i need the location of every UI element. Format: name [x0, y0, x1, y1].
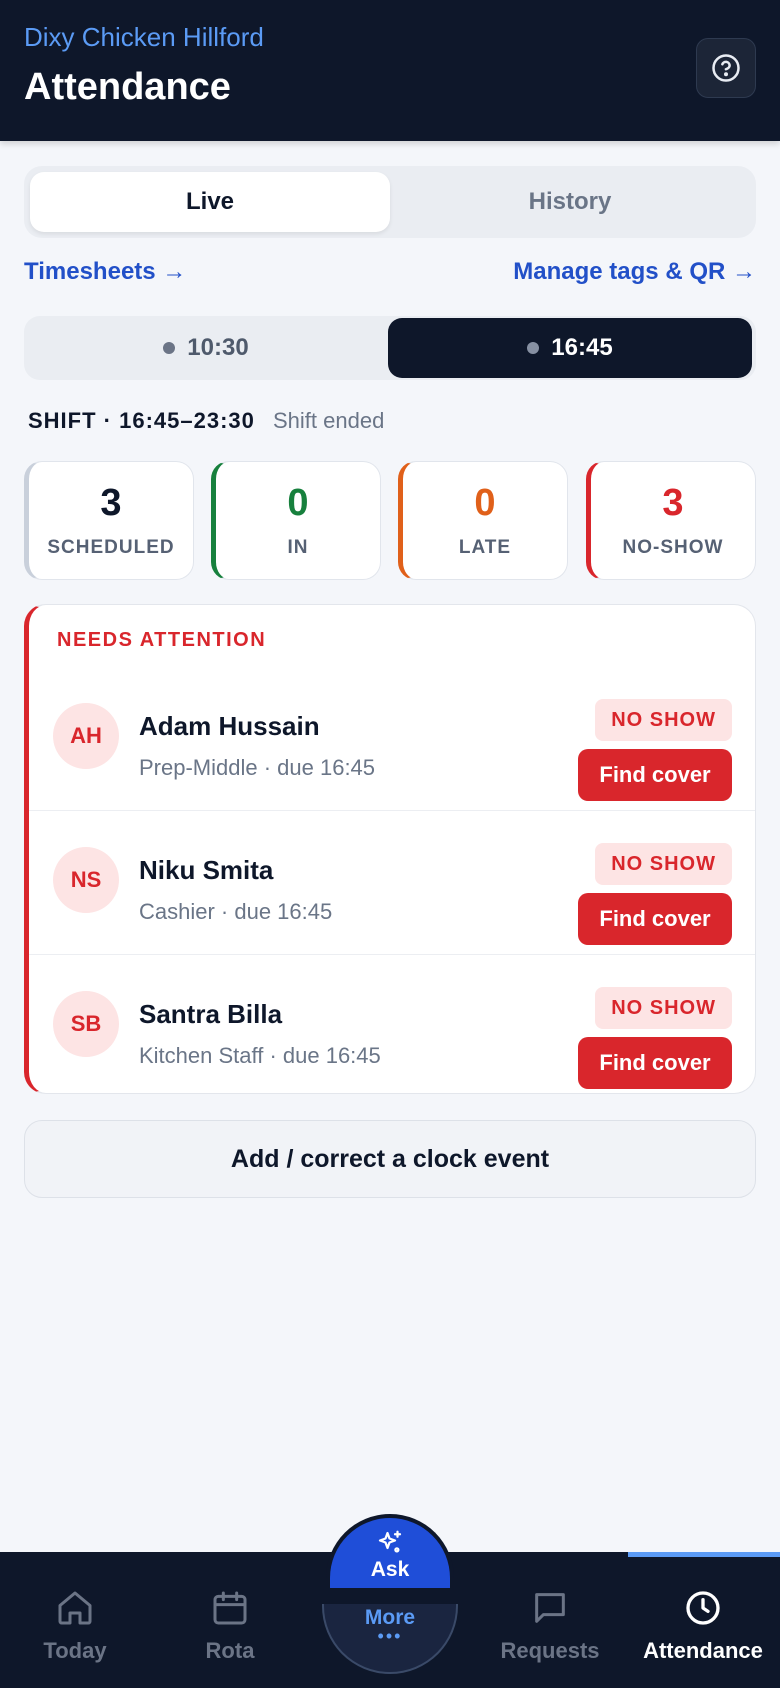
calendar-icon	[213, 1591, 247, 1625]
shift-option-label: 16:45	[551, 334, 613, 361]
shift-option-label: 10:30	[187, 334, 249, 361]
employee-role: Prep-Middle · due 16:45	[139, 755, 376, 780]
stat-label: SCHEDULED	[47, 537, 175, 558]
find-cover-button[interactable]: Find cover	[578, 749, 732, 801]
shift-status: Shift ended	[273, 408, 385, 433]
stat-late[interactable]: 0 LATE	[398, 461, 568, 580]
nav-label: Rota	[205, 1638, 255, 1663]
nav-label: Requests	[500, 1638, 600, 1663]
stat-label: NO-SHOW	[622, 537, 724, 558]
stats-row: 3 SCHEDULED 0 IN 0 LATE 3 NO-SHOW	[24, 461, 756, 580]
stat-label: IN	[287, 537, 309, 558]
find-cover-button[interactable]: Find cover	[578, 1037, 732, 1089]
avatar: SB	[53, 991, 119, 1057]
shift-option-1645[interactable]: 16:45	[388, 318, 752, 378]
nav-item-attendance[interactable]: Attendance	[628, 1588, 778, 1664]
stat-value: 0	[287, 482, 309, 524]
nav-label: Attendance	[643, 1638, 763, 1663]
status-badge: NO SHOW	[595, 699, 732, 741]
employee-role: Kitchen Staff · due 16:45	[139, 1043, 381, 1068]
employee-name: Santra Billa	[139, 999, 283, 1029]
view-tabs: Live History	[24, 166, 756, 238]
employee-role: Cashier · due 16:45	[139, 899, 333, 924]
status-badge: NO SHOW	[595, 843, 732, 885]
stat-label: LATE	[458, 537, 512, 558]
avatar: NS	[53, 847, 119, 913]
status-badge: NO SHOW	[595, 987, 732, 1029]
stat-value: 3	[662, 482, 684, 524]
app-header: Dixy Chicken Hillford Attendance	[0, 0, 780, 141]
clock-icon	[686, 1591, 720, 1625]
stat-no-show[interactable]: 3 NO-SHOW	[586, 461, 756, 580]
help-button[interactable]	[696, 38, 756, 98]
nav-item-today[interactable]: Today	[0, 1588, 150, 1664]
needs-attention-card: NEEDS ATTENTION AH Adam Hussain Prep-Mid…	[24, 604, 756, 1094]
shift-dot-icon	[527, 342, 540, 354]
tab-live[interactable]: Live	[30, 172, 390, 232]
nav-item-rota[interactable]: Rota	[155, 1588, 305, 1664]
shift-selector: 10:30 16:45	[24, 316, 756, 380]
employee-name: Adam Hussain	[139, 711, 320, 741]
question-circle-icon	[712, 54, 740, 82]
needs-attention-title: NEEDS ATTENTION	[57, 629, 267, 651]
nav-item-requests[interactable]: Requests	[475, 1588, 625, 1664]
avatar: AH	[53, 703, 119, 769]
list-item[interactable]: NS Niku Smita Cashier · due 16:45 NO SHO…	[29, 811, 755, 955]
ask-label: Ask	[370, 1558, 410, 1581]
list-item[interactable]: SB Santra Billa Kitchen Staff · due 16:4…	[29, 955, 755, 1093]
manage-tags-link[interactable]: Manage tags & QR →	[513, 258, 756, 286]
sparkle-icon	[378, 1530, 402, 1553]
stat-scheduled[interactable]: 3 SCHEDULED	[24, 461, 194, 580]
home-icon	[58, 1591, 92, 1625]
more-dots-icon: •••	[377, 1626, 403, 1646]
tab-history[interactable]: History	[390, 172, 750, 232]
shift-option-1030[interactable]: 10:30	[24, 316, 388, 380]
ask-button[interactable]: Ask	[326, 1514, 454, 1588]
add-clock-event-button[interactable]: Add / correct a clock event	[24, 1120, 756, 1198]
org-name[interactable]: Dixy Chicken Hillford	[24, 22, 264, 53]
page-title: Attendance	[24, 66, 231, 108]
find-cover-button[interactable]: Find cover	[578, 893, 732, 945]
shift-info: SHIFT · 16:45–23:30 Shift ended	[28, 408, 384, 434]
chat-bubble-icon	[535, 1593, 565, 1623]
stat-value: 3	[100, 482, 122, 524]
employee-name: Niku Smita	[139, 855, 274, 885]
stat-in[interactable]: 0 IN	[211, 461, 381, 580]
shift-time-range: SHIFT · 16:45–23:30	[28, 408, 255, 433]
timesheets-link[interactable]: Timesheets →	[24, 258, 186, 286]
stat-value: 0	[474, 482, 496, 524]
list-item[interactable]: AH Adam Hussain Prep-Middle · due 16:45 …	[29, 667, 755, 811]
nav-label: Today	[43, 1638, 107, 1663]
shift-dot-icon	[163, 342, 176, 354]
active-tab-indicator	[628, 1552, 780, 1557]
